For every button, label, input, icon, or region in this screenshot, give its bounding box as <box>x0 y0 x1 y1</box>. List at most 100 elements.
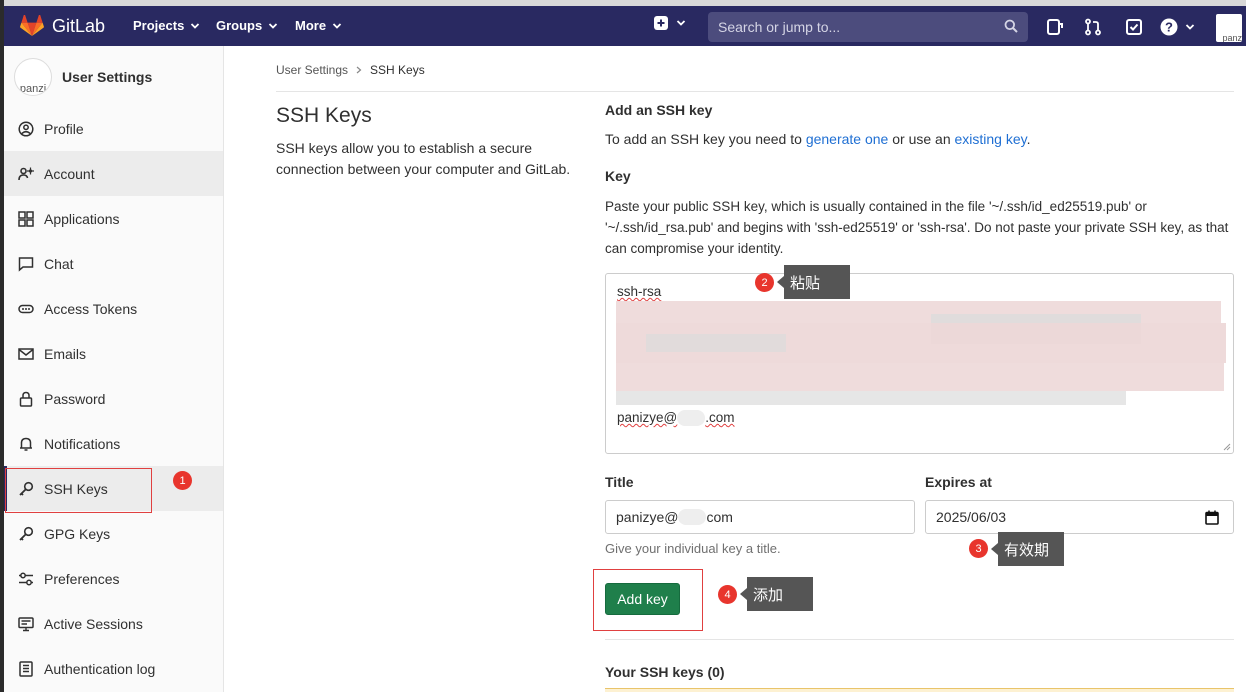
log-icon <box>19 660 33 677</box>
sidebar-avatar-alt: panzi <box>19 83 47 95</box>
annotation-badge-3: 3 <box>969 539 988 558</box>
key-email-suffix: .com <box>705 410 735 425</box>
preferences-icon <box>19 572 33 585</box>
page-description: SSH keys allow you to establish a secure… <box>276 140 571 177</box>
generate-one-link[interactable]: generate one <box>806 131 889 147</box>
intro-text: or use an <box>888 131 955 147</box>
existing-key-link[interactable]: existing key <box>955 131 1027 147</box>
divider <box>276 91 1234 92</box>
resize-handle-icon[interactable] <box>1223 443 1231 451</box>
divider <box>605 639 1234 640</box>
sidebar-item-notifications[interactable]: Notifications <box>4 421 223 466</box>
your-ssh-keys-heading: Your SSH keys (0) <box>605 664 725 680</box>
nav-groups-dropdown[interactable]: Groups <box>216 18 278 33</box>
key-email-prefix: panizye@ <box>617 410 678 425</box>
email-icon <box>18 347 34 360</box>
redacted-key-block <box>616 363 1224 391</box>
expires-date-input[interactable]: 2025/06/03 <box>925 500 1234 534</box>
plus-square-icon <box>654 16 668 30</box>
sidebar-header[interactable]: panzi User Settings <box>4 46 223 108</box>
sidebar-title: User Settings <box>62 69 153 85</box>
nav-projects-label: Projects <box>133 18 185 33</box>
todo-list-icon[interactable] <box>1046 18 1064 36</box>
sidebar-item-label: Emails <box>44 345 87 362</box>
expires-label: Expires at <box>925 474 992 490</box>
top-navbar: GitLab Projects Groups More Search or ju… <box>4 0 1246 46</box>
breadcrumb-user-settings[interactable]: User Settings <box>276 63 348 77</box>
nav-projects-dropdown[interactable]: Projects <box>133 18 200 33</box>
gitlab-tanuki-icon <box>20 15 44 36</box>
sidebar-item-label: Access Tokens <box>44 300 138 317</box>
key-prefix: ssh-rsa <box>617 284 662 299</box>
title-help-text: Give your individual key a title. <box>605 541 781 556</box>
page-title: SSH Keys <box>276 104 372 127</box>
sidebar-item-label: Active Sessions <box>44 615 143 632</box>
intro-text: To add an SSH key you need to <box>605 131 806 147</box>
help-icon: ? <box>1160 18 1178 36</box>
sidebar-item-preferences[interactable]: Preferences <box>4 556 223 601</box>
redacted-domain <box>678 509 707 525</box>
add-ssh-key-heading: Add an SSH key <box>605 102 713 118</box>
breadcrumb-ssh-keys[interactable]: SSH Keys <box>370 63 425 77</box>
sidebar-item-access-tokens[interactable]: Access Tokens <box>4 286 223 331</box>
nav-more-dropdown[interactable]: More <box>295 18 342 33</box>
title-input[interactable]: panizye@ com <box>605 500 915 534</box>
sidebar-item-applications[interactable]: Applications <box>4 196 223 241</box>
gitlab-logo[interactable]: GitLab <box>20 6 105 46</box>
merge-request-icon[interactable] <box>1084 18 1102 36</box>
annotation-badge-2: 2 <box>755 273 774 292</box>
calendar-icon[interactable] <box>1205 510 1219 525</box>
add-key-button[interactable]: Add key <box>605 583 680 615</box>
search-placeholder: Search or jump to... <box>718 19 841 35</box>
chevron-down-icon <box>676 20 686 26</box>
key-text-line-1: ssh-rsa <box>617 284 661 299</box>
key-icon <box>19 526 34 541</box>
annotation-badge-1: 1 <box>173 471 192 490</box>
sidebar-item-chat[interactable]: Chat <box>4 241 223 286</box>
sidebar-item-account[interactable]: Account <box>4 151 223 196</box>
redacted-key-block <box>616 391 1126 405</box>
profile-icon <box>18 120 34 137</box>
monitor-icon <box>18 616 34 631</box>
key-text-last-line: panizye@ .com <box>617 410 735 427</box>
sidebar-item-label: Applications <box>44 210 120 227</box>
redacted-key-block <box>646 334 786 352</box>
sidebar-item-profile[interactable]: Profile <box>4 106 223 151</box>
user-avatar-alt: panz <box>1222 33 1242 42</box>
chevron-down-icon <box>191 22 200 29</box>
svg-text:?: ? <box>1165 20 1173 35</box>
chevron-down-icon <box>269 22 278 29</box>
chevron-down-icon <box>332 22 342 29</box>
annotation-badge-4: 4 <box>718 585 737 604</box>
chevron-down-icon <box>1185 24 1195 30</box>
search-input[interactable]: Search or jump to... <box>708 12 1028 42</box>
sidebar-item-emails[interactable]: Emails <box>4 331 223 376</box>
nav-more-label: More <box>295 18 327 33</box>
sidebar-avatar: panzi <box>14 58 52 96</box>
user-avatar[interactable]: panz <box>1216 14 1242 42</box>
bell-icon <box>20 437 32 451</box>
applications-icon <box>18 210 34 227</box>
sidebar-item-label: Chat <box>44 255 74 272</box>
help-dropdown[interactable]: ? <box>1160 18 1195 36</box>
redacted-domain <box>677 410 706 427</box>
sidebar-item-label: Authentication log <box>44 660 156 677</box>
sidebar-item-label: GPG Keys <box>44 525 111 542</box>
brand-name: GitLab <box>52 15 106 36</box>
annotation-tip-paste: 粘贴 <box>777 265 850 299</box>
search-icon <box>1004 19 1018 33</box>
sidebar-item-active-sessions[interactable]: Active Sessions <box>4 601 223 646</box>
new-item-dropdown[interactable] <box>654 16 686 30</box>
sidebar-item-password[interactable]: Password <box>4 376 223 421</box>
sidebar-item-label: Account <box>44 165 95 182</box>
key-textarea[interactable]: ssh-rsa panizye@ .com <box>605 273 1234 454</box>
chat-icon <box>18 256 34 272</box>
issues-checkbox-icon[interactable] <box>1125 18 1143 36</box>
key-help-text: Paste your public SSH key, which is usua… <box>605 199 1229 256</box>
sidebar-item-authentication-log[interactable]: Authentication log <box>4 646 223 691</box>
title-value-prefix: panizye@ <box>616 509 679 525</box>
sidebar-item-label: Preferences <box>44 570 120 587</box>
sidebar-item-gpg-keys[interactable]: GPG Keys <box>4 511 223 556</box>
sidebar-item-label: Profile <box>44 120 84 137</box>
annotation-tip-add: 添加 <box>740 577 813 611</box>
